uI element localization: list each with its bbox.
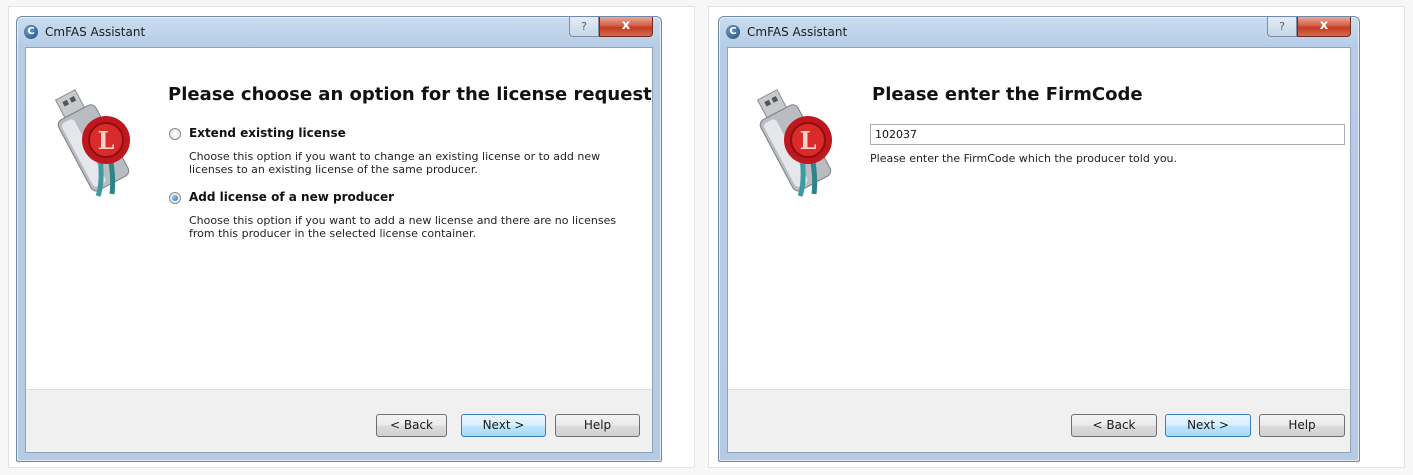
button-bar: < Back Next > Help bbox=[26, 389, 652, 452]
help-titlebar-button[interactable]: ? bbox=[569, 17, 599, 37]
license-option-dialog: C CmFAS Assistant ? x L Please choose an… bbox=[16, 16, 662, 462]
option-desc-new-producer-line2: from this producer in the selected licen… bbox=[189, 227, 476, 240]
window-title: CmFAS Assistant bbox=[747, 25, 848, 39]
option-desc-extend-line2: licenses to an existing license of the s… bbox=[189, 163, 478, 176]
cmfas-app-icon: C bbox=[24, 25, 38, 39]
cmfas-app-icon: C bbox=[726, 25, 740, 39]
option-desc-extend-line1: Choose this option if you want to change… bbox=[189, 150, 601, 163]
close-button[interactable]: x bbox=[1297, 17, 1351, 37]
dialog-client: L Please enter the FirmCode Please enter… bbox=[727, 47, 1351, 453]
back-button[interactable]: < Back bbox=[376, 414, 447, 437]
dialog-client: L Please choose an option for the licens… bbox=[25, 47, 653, 453]
page-heading: Please enter the FirmCode bbox=[872, 84, 1143, 105]
svg-text:L: L bbox=[98, 126, 115, 155]
window-title: CmFAS Assistant bbox=[45, 25, 146, 39]
option-desc-new-producer-line1: Choose this option if you want to add a … bbox=[189, 214, 617, 227]
option-label-extend[interactable]: Extend existing license bbox=[189, 126, 346, 140]
back-button[interactable]: < Back bbox=[1071, 414, 1157, 437]
titlebar: C CmFAS Assistant ? x bbox=[719, 17, 1359, 47]
firmcode-input[interactable] bbox=[870, 124, 1345, 145]
usb-license-seal-icon: L bbox=[54, 89, 130, 197]
close-button[interactable]: x bbox=[599, 17, 653, 37]
next-button[interactable]: Next > bbox=[461, 414, 546, 437]
radio-new-producer[interactable] bbox=[169, 192, 181, 204]
help-titlebar-button[interactable]: ? bbox=[1267, 17, 1297, 37]
firmcode-hint: Please enter the FirmCode which the prod… bbox=[870, 152, 1178, 165]
firmcode-dialog: C CmFAS Assistant ? x L Please enter the… bbox=[718, 16, 1360, 462]
help-button[interactable]: Help bbox=[555, 414, 640, 437]
usb-license-seal-icon: L bbox=[756, 89, 832, 197]
help-button[interactable]: Help bbox=[1259, 414, 1345, 437]
titlebar: C CmFAS Assistant ? x bbox=[17, 17, 661, 47]
option-label-new-producer[interactable]: Add license of a new producer bbox=[189, 190, 394, 204]
next-button[interactable]: Next > bbox=[1165, 414, 1251, 437]
page-heading: Please choose an option for the license … bbox=[168, 84, 652, 105]
radio-extend-license[interactable] bbox=[169, 128, 181, 140]
button-bar: < Back Next > Help bbox=[728, 389, 1350, 452]
svg-text:L: L bbox=[800, 126, 817, 155]
